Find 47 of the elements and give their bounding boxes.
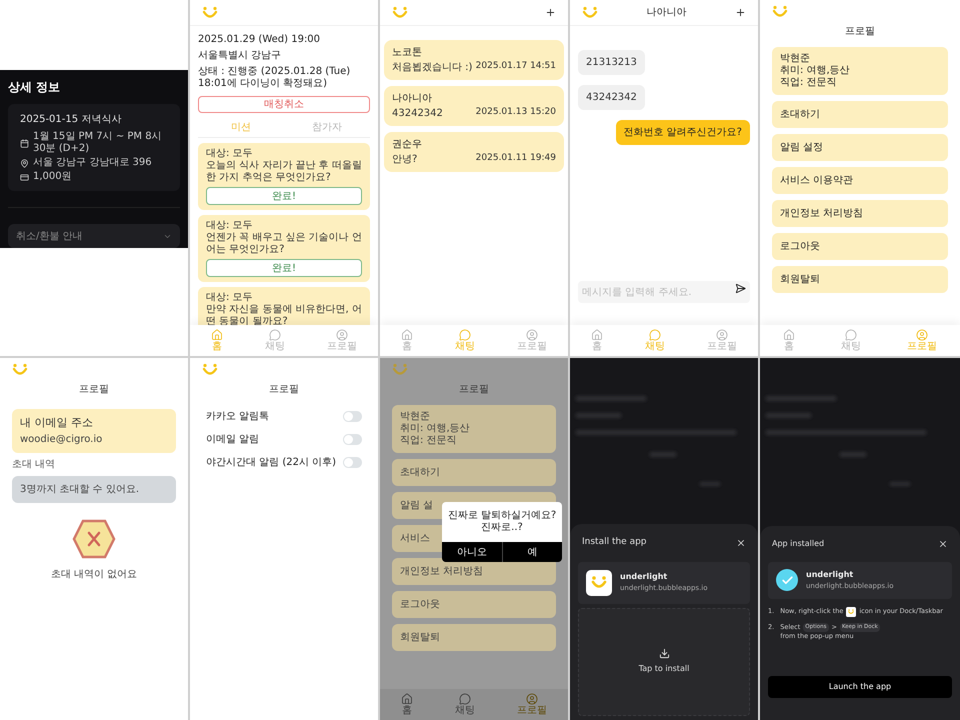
- message-bubble: 21313213: [578, 50, 645, 75]
- chat-time: 2025.01.11 19:49: [476, 152, 556, 165]
- profile-text: 직업: 전문직: [400, 435, 458, 447]
- chat-preview: 43242342: [392, 107, 443, 121]
- page-title: 프로필: [269, 383, 299, 397]
- chat-preview: 처음뵙겠습니다 :): [392, 61, 472, 75]
- section-label: 초대 내역: [12, 458, 56, 472]
- dialog-text: 진짜로 탈퇴하실거예요?: [448, 510, 556, 522]
- setting-label: 이메일 알림: [206, 433, 260, 447]
- profile-text: 직업: 전문직: [780, 77, 838, 89]
- event-info: 1,000원: [33, 171, 72, 183]
- event-title: 2025-01-15 저녁식사: [20, 113, 122, 127]
- empty-message: 초대 내역이 없어요: [50, 568, 138, 582]
- chat-time: 2025.01.13 15:20: [476, 106, 556, 119]
- mission-target: 대상: 모두: [206, 292, 254, 304]
- profile-text: 취미: 여행,등산: [780, 65, 851, 77]
- profile-text: 박현준: [400, 411, 431, 423]
- chat-preview: 안녕?: [392, 153, 418, 167]
- event-info: 서울특별시 강남구: [198, 50, 282, 62]
- page-title: 프로필: [845, 25, 875, 39]
- mission-question: 언젠가 꼭 배우고 싶은 기술이나 언어는 무엇인가요?: [206, 232, 362, 256]
- dialog-text: 진짜로..?: [481, 522, 523, 534]
- mission-question: 오늘의 식사 자리가 끝난 후 떠올릴 한 가지 추억은 무엇인가요?: [206, 160, 362, 184]
- mission-target: 대상: 모두: [206, 220, 254, 232]
- setting-label: 야간시간대 알림 (22시 이후): [206, 456, 336, 470]
- invite-notice: 3명까지 초대할 수 있어요.: [12, 476, 176, 502]
- app-name: underlight: [620, 571, 668, 584]
- page-title: 프로필: [79, 383, 109, 397]
- event-info: 1월 15일 PM 7시 ~ PM 8시 30분 (D+2): [33, 131, 163, 155]
- section-title: 상세 정보: [8, 79, 62, 96]
- sheet-title: App installed: [772, 538, 824, 550]
- chat-time: 2025.01.17 14:51: [476, 60, 556, 73]
- profile-text: 취미: 여행,등산: [400, 423, 471, 435]
- email-label: 내 이메일 주소: [20, 415, 94, 431]
- event-info: 서울 강남구 강남대로 396: [33, 157, 152, 169]
- event-info: 상태 : 진행중 (2025.01.28 (Tue) 18:01에 다이닝이 확정돼요): [198, 66, 352, 90]
- event-info: 2025.01.29 (Wed) 19:00: [198, 34, 322, 46]
- page-title: 프로필: [459, 383, 489, 397]
- email-address: woodie@cigro.io: [20, 432, 104, 446]
- sheet-title: Install the app: [582, 536, 647, 549]
- mission-target: 대상: 모두: [206, 148, 254, 160]
- app-name: underlight: [806, 569, 854, 581]
- profile-text: 박현준: [780, 53, 811, 65]
- message-bubble: 전화번호 알려주신건가요?: [616, 120, 750, 145]
- message-bubble: 43242342: [578, 85, 645, 110]
- setting-label: 카카오 알림톡: [206, 410, 270, 424]
- header-title: 나아니아: [646, 6, 686, 20]
